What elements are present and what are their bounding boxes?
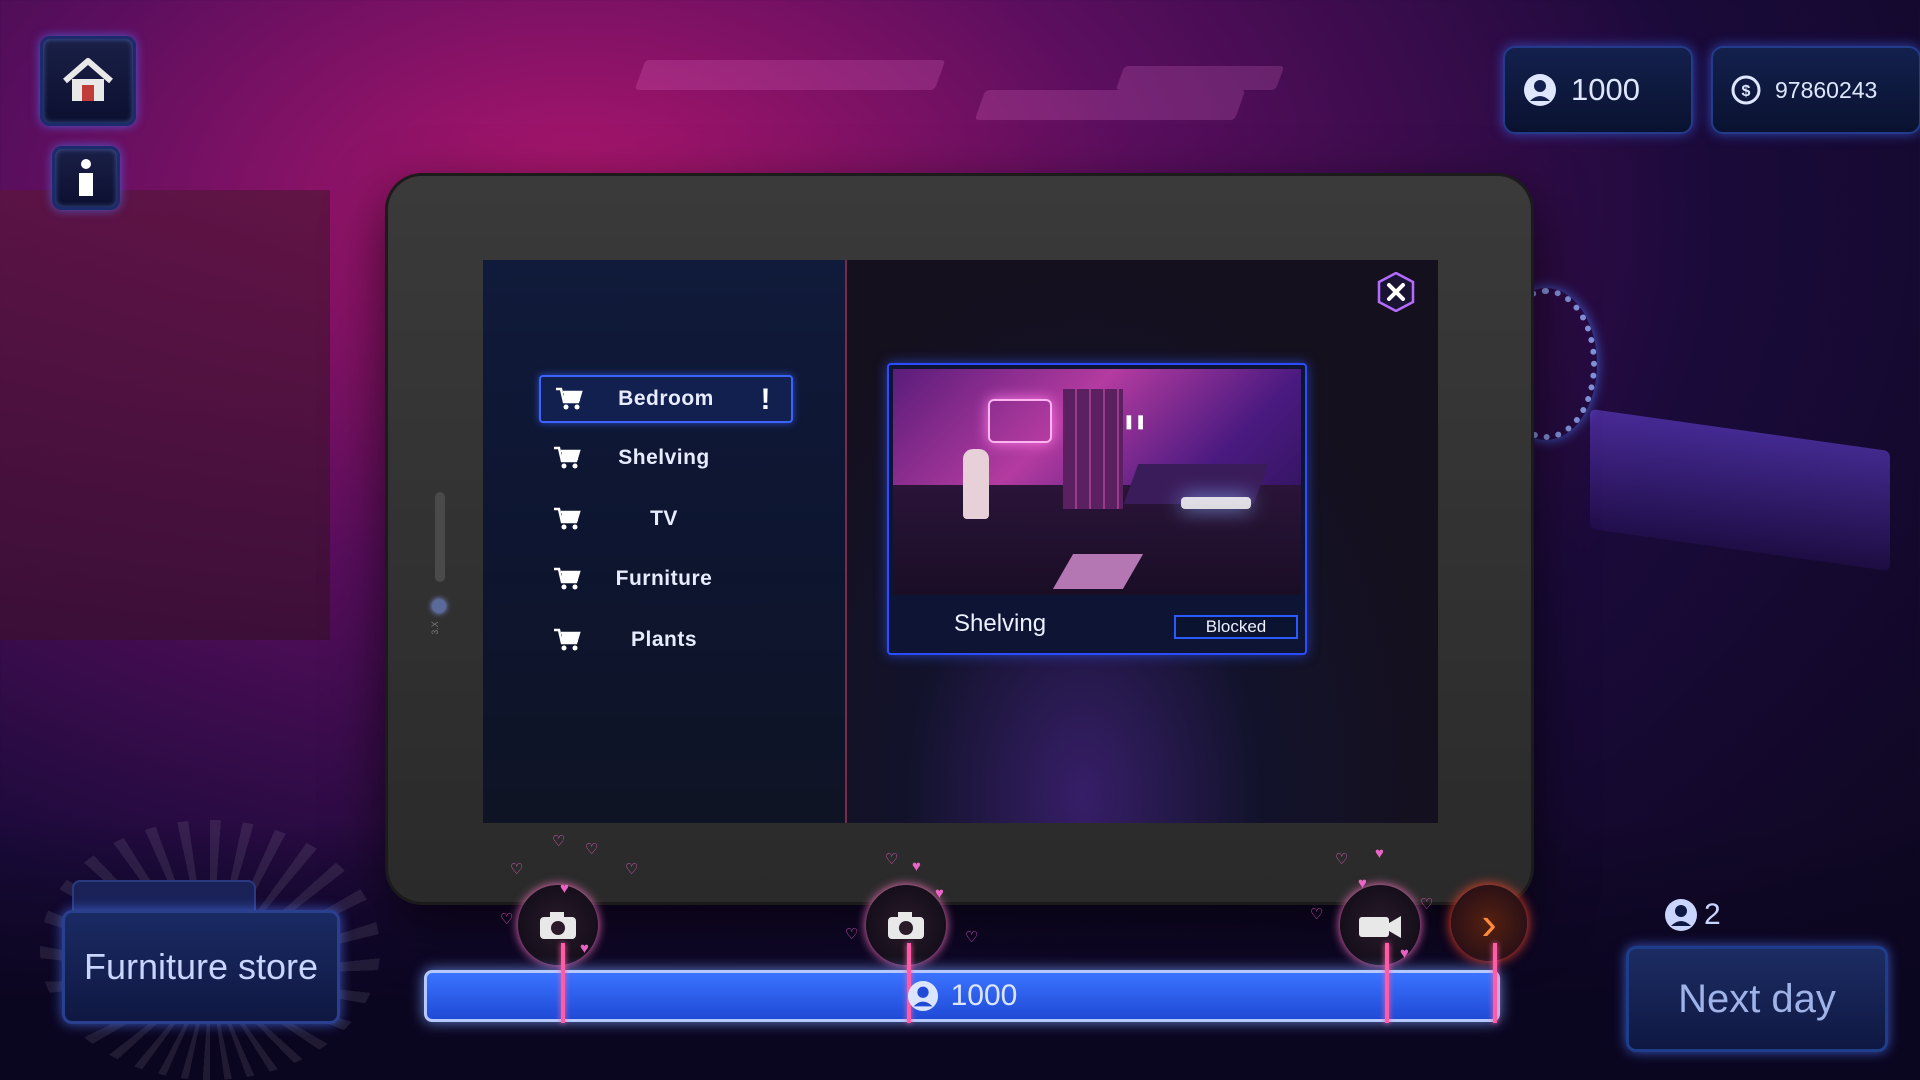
preview-title: Shelving (954, 610, 1047, 637)
heart-icon: ♡ (885, 851, 899, 868)
menu-item-tv[interactable]: TV (539, 497, 789, 541)
heart-icon: ♥ (1375, 845, 1384, 862)
user-icon (1524, 74, 1556, 106)
tablet-device: 3.X Bedroom ! Shelving TV Furniture Plan… (388, 176, 1531, 902)
players-count: 2 (1664, 898, 1721, 932)
heart-icon: ♡ (585, 841, 599, 858)
progress-text: 1000 (950, 979, 1018, 1012)
svg-text:$: $ (1742, 83, 1751, 100)
followers-counter: 1000 (1503, 46, 1693, 134)
next-arrow-button[interactable]: › (1451, 885, 1527, 961)
heart-icon: ♡ (1310, 906, 1324, 923)
home-icon (63, 58, 113, 101)
camera-node[interactable] (866, 885, 946, 965)
room-shelf (1590, 408, 1890, 572)
menu-item-label: Shelving (618, 446, 710, 469)
players-value: 2 (1704, 898, 1721, 931)
room-wall (0, 190, 330, 640)
heart-icon: ♥ (912, 858, 921, 875)
home-button[interactable] (40, 36, 136, 126)
heart-icon: ♡ (510, 861, 524, 878)
alert-icon: ! (760, 383, 771, 416)
user-icon (907, 980, 938, 1012)
heart-icon: ♥ (1400, 945, 1409, 962)
status-badge: Blocked (1174, 615, 1298, 639)
preview-panel: ❚❚ Shelving Blocked (847, 260, 1438, 823)
preview-neon-sign (988, 399, 1052, 443)
heart-icon: ♡ (552, 833, 566, 850)
heart-icon: ♥ (1358, 875, 1367, 892)
menu-item-furniture[interactable]: Furniture (539, 557, 789, 601)
preview-card[interactable]: ❚❚ Shelving Blocked (887, 363, 1307, 655)
camera-icon (888, 912, 924, 939)
tablet-camera (432, 599, 446, 613)
menu-item-label: TV (650, 507, 678, 530)
money-counter: $ 97860243 (1711, 46, 1920, 134)
heart-icon: ♡ (625, 861, 639, 878)
menu-item-shelving[interactable]: Shelving (539, 436, 789, 480)
money-value: 97860243 (1775, 76, 1878, 103)
heart-icon: ♥ (580, 940, 589, 957)
close-button[interactable] (1376, 272, 1416, 312)
heart-icon: ♡ (965, 929, 979, 946)
category-menu: Bedroom ! Shelving TV Furniture Plants (483, 260, 845, 823)
tablet-side-button (435, 492, 445, 582)
info-button[interactable] (52, 146, 120, 210)
menu-item-label: Bedroom (618, 387, 714, 410)
followers-value: 1000 (1571, 72, 1640, 107)
tablet-screen: Bedroom ! Shelving TV Furniture Plants ❚… (483, 260, 1438, 823)
user-icon (1665, 899, 1697, 931)
progress-value: 1000 (427, 973, 1497, 1019)
heart-icon: ♥ (935, 885, 944, 902)
preview-door (1063, 389, 1123, 509)
menu-item-bedroom[interactable]: Bedroom ! (539, 375, 793, 423)
progress-bar: 1000 (424, 943, 1500, 1023)
menu-item-plants[interactable]: Plants (539, 618, 789, 662)
pause-icon: ❚❚ (1123, 413, 1147, 429)
preview-character (963, 449, 989, 519)
video-camera-icon (1359, 916, 1401, 938)
heart-icon: ♡ (1335, 851, 1349, 868)
menu-item-label: Plants (630, 628, 698, 651)
photo-camera-icon (540, 912, 576, 939)
tablet-side-label: 3.X (429, 621, 440, 635)
heart-icon: ♥ (560, 880, 569, 897)
chevron-right-icon: › (1481, 897, 1497, 949)
heart-icon: ♡ (845, 926, 859, 943)
heart-icon: ♡ (1420, 896, 1434, 913)
preview-image: ❚❚ (893, 369, 1301, 595)
next-day-button[interactable]: Next day (1626, 946, 1888, 1052)
coin-icon: $ (1731, 75, 1761, 105)
furniture-store-button[interactable]: Furniture store (62, 910, 340, 1024)
ceiling-light (974, 90, 1246, 120)
ceiling-light (634, 60, 946, 90)
ceiling-light (1115, 66, 1285, 90)
preview-light (1181, 497, 1251, 509)
info-icon (79, 159, 93, 196)
heart-icon: ♡ (500, 911, 514, 928)
menu-item-label: Furniture (615, 567, 713, 590)
